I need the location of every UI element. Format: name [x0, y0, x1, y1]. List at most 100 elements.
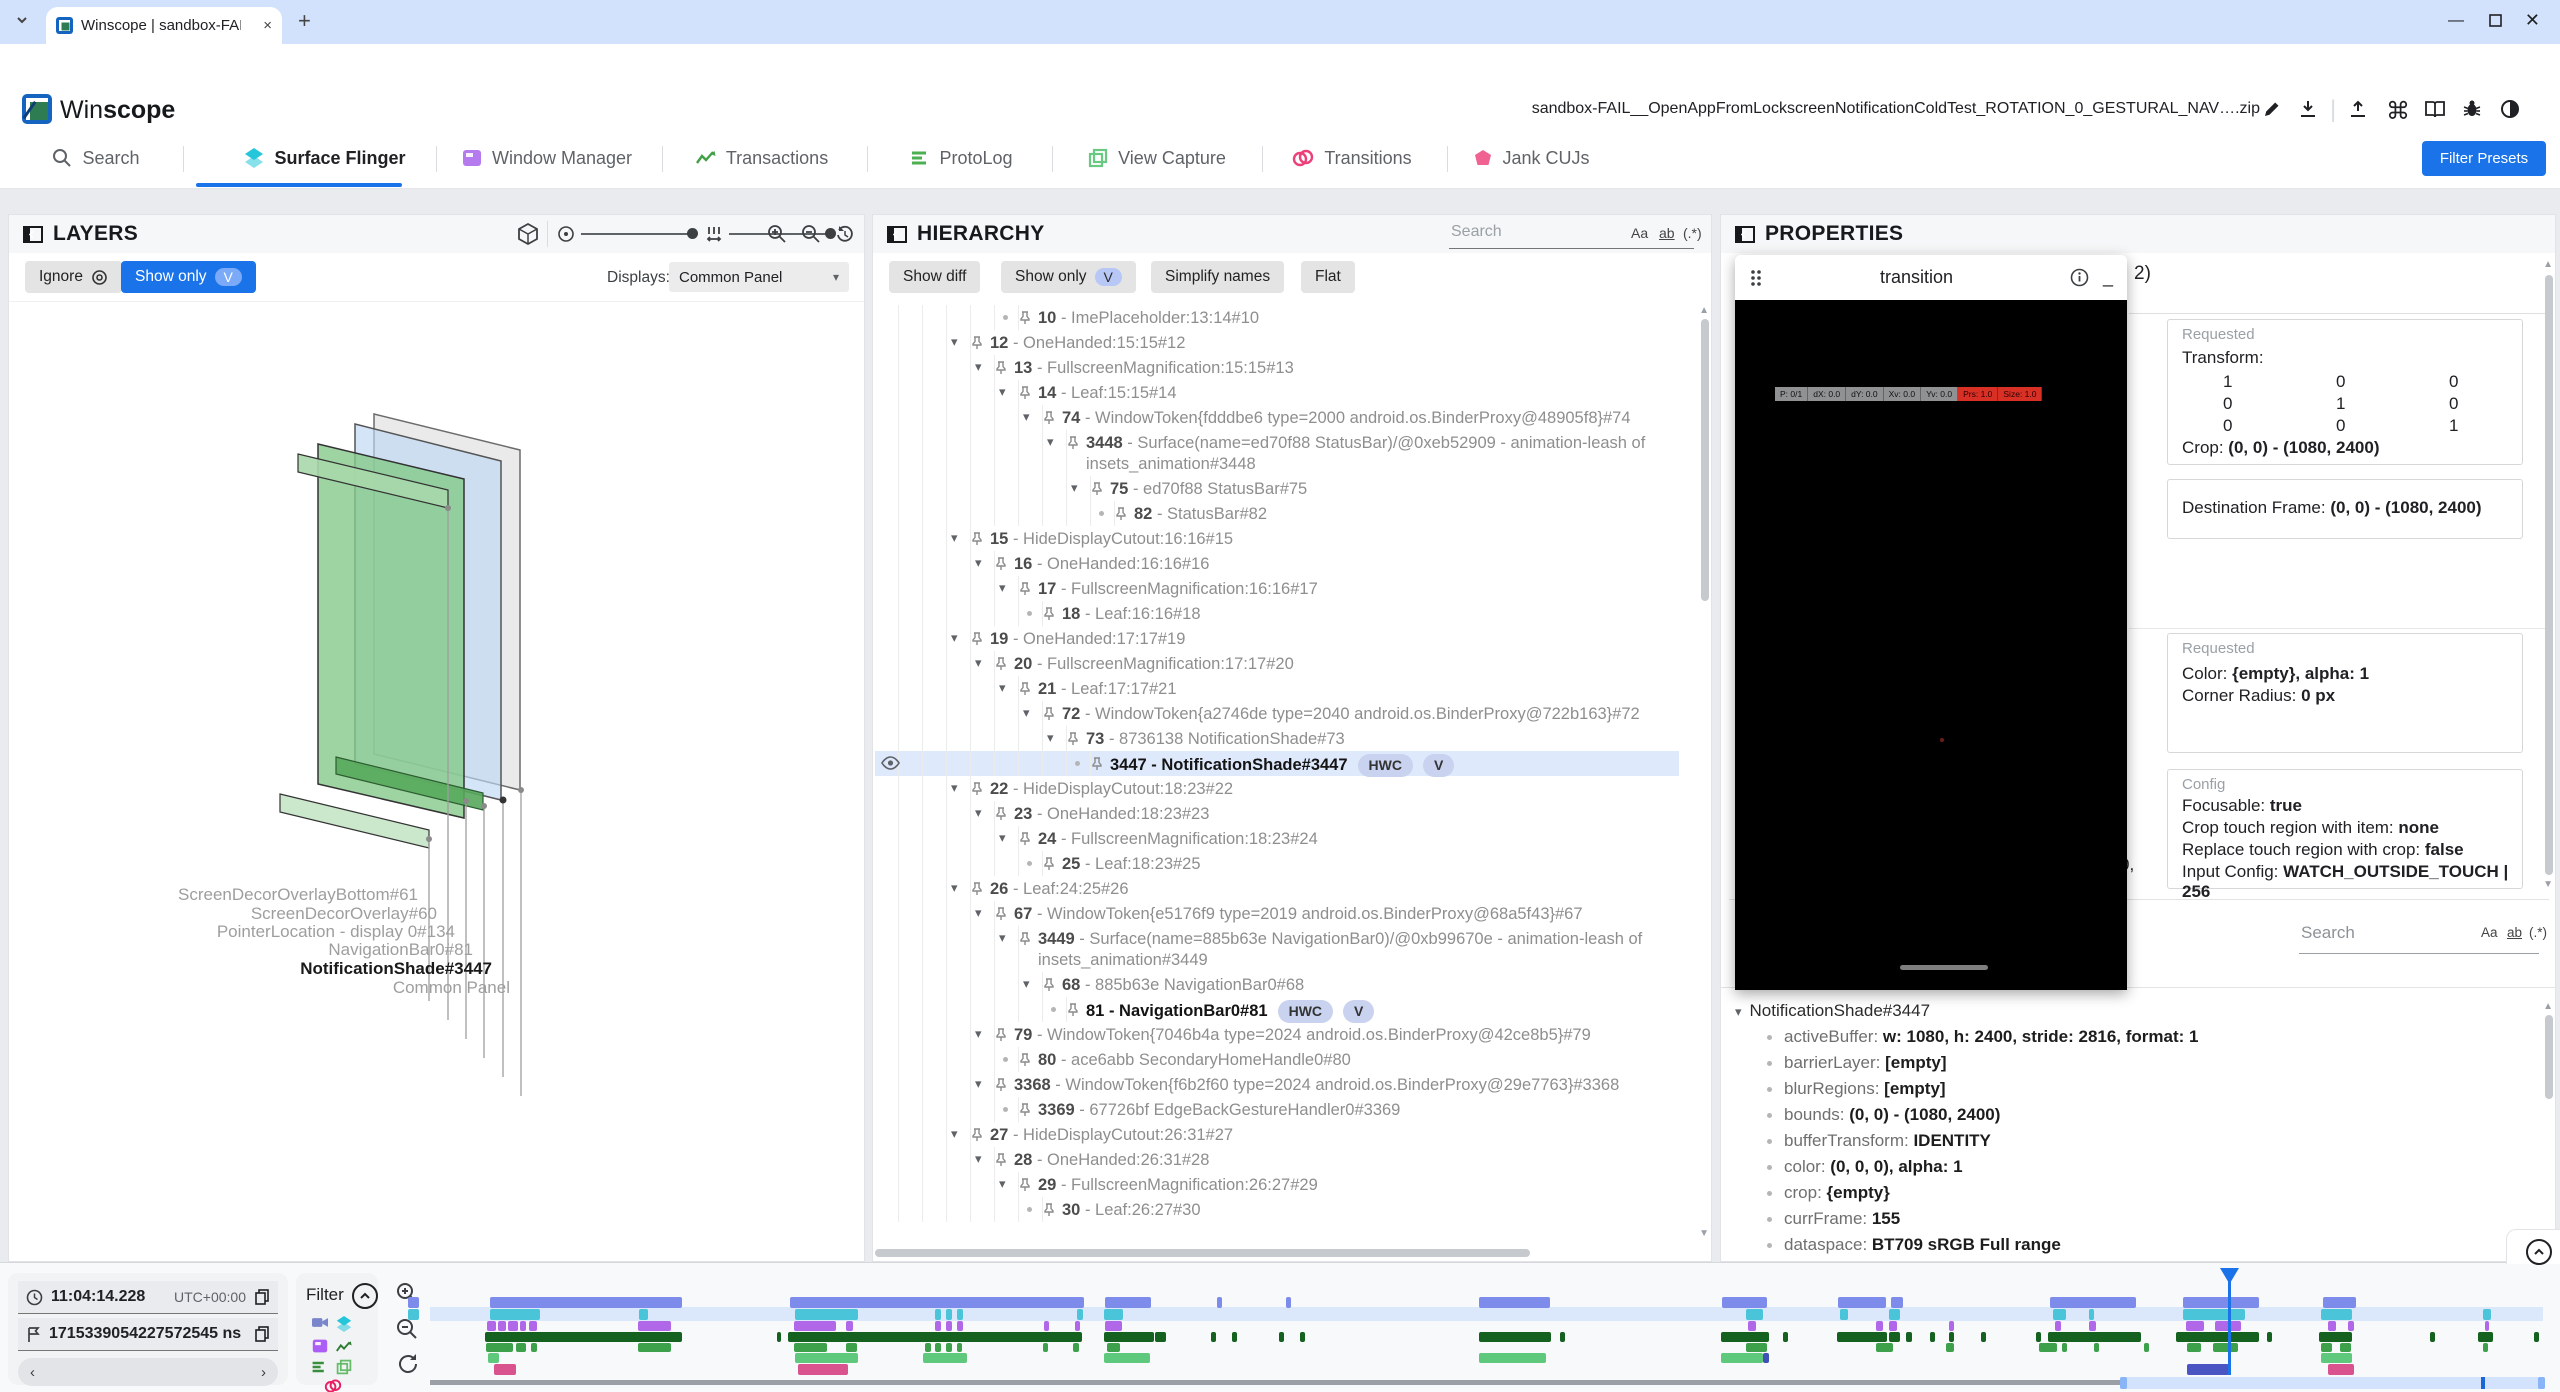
pin-icon[interactable] — [1019, 1053, 1031, 1067]
properties-vscrollbar[interactable] — [2545, 275, 2553, 875]
protolog-event[interactable] — [531, 1343, 537, 1352]
view-capture-event[interactable] — [2321, 1353, 2352, 1363]
window-manager-event[interactable] — [520, 1321, 526, 1331]
surface-flinger-event[interactable] — [2321, 1309, 2352, 1320]
surface-flinger-event[interactable] — [2483, 1309, 2491, 1320]
scroll-down-icon[interactable]: ▼ — [2543, 879, 2553, 890]
window-manager-event[interactable] — [846, 1321, 853, 1331]
window-manager-event[interactable] — [935, 1321, 941, 1331]
timeline-zoom-out-icon[interactable] — [395, 1317, 419, 1341]
surface-flinger-event[interactable] — [2089, 1309, 2094, 1320]
expand-arrow-icon[interactable]: ▾ — [975, 805, 982, 821]
hierarchy-search-placeholder[interactable]: Search — [1451, 223, 1502, 241]
displays-select[interactable]: Common Panel▾ — [669, 262, 849, 292]
protolog-event[interactable] — [2039, 1343, 2057, 1352]
hierarchy-row-24[interactable]: ▾24 - FullscreenMagnification:18:23#24 — [875, 826, 1679, 851]
property-crop[interactable]: crop: {empty} — [1767, 1183, 1890, 1203]
pin-icon[interactable] — [995, 657, 1007, 671]
layer-label[interactable]: NotificationShade#3447 — [92, 959, 492, 979]
protolog-event[interactable] — [2213, 1343, 2238, 1352]
prev-frame-button[interactable]: ‹ — [30, 1364, 35, 1381]
new-tab-button[interactable]: + — [298, 8, 311, 34]
property-blurRegions[interactable]: blurRegions: [empty] — [1767, 1079, 1946, 1099]
expand-arrow-icon[interactable]: ▾ — [999, 830, 1006, 846]
pin-icon[interactable] — [971, 632, 983, 646]
filter-presets-button[interactable]: Filter Presets — [2422, 141, 2546, 176]
match-case-icon[interactable]: Aa — [1631, 225, 1648, 241]
hierarchy-row-23[interactable]: ▾23 - OneHanded:18:23#23 — [875, 801, 1679, 826]
transitions-event[interactable] — [494, 1364, 516, 1375]
protolog-event[interactable] — [2483, 1343, 2488, 1352]
property-dataspace[interactable]: dataspace: BT709 sRGB Full range — [1767, 1235, 2061, 1255]
screen-recording-event[interactable] — [790, 1297, 1084, 1308]
pin-icon[interactable] — [1019, 832, 1031, 846]
expand-arrow-icon[interactable]: ▾ — [975, 655, 982, 671]
pin-icon[interactable] — [971, 336, 983, 350]
copy-icon[interactable] — [254, 1326, 270, 1342]
transactions-event[interactable] — [2176, 1332, 2259, 1342]
human-time-field[interactable]: 11:04:14.228 UTC+00:00 — [18, 1281, 278, 1314]
surface-flinger-event[interactable] — [795, 1309, 858, 1320]
view-capture-event[interactable] — [1479, 1353, 1546, 1363]
hierarchy-row-10[interactable]: 10 - ImePlaceholder:13:14#10 — [875, 305, 1679, 330]
hierarchy-row-26[interactable]: ▾26 - Leaf:24:25#26 — [875, 876, 1679, 901]
tab-transactions[interactable]: Transactions — [662, 129, 862, 187]
window-manager-event[interactable] — [1044, 1321, 1049, 1331]
transactions-event[interactable] — [2036, 1332, 2041, 1342]
pin-icon[interactable] — [1043, 707, 1055, 721]
hierarchy-row-14[interactable]: ▾14 - Leaf:15:15#14 — [875, 380, 1679, 405]
surface-flinger-event[interactable] — [408, 1309, 419, 1320]
pin-icon[interactable] — [1043, 1203, 1055, 1217]
hierarchy-row-68[interactable]: ▾68 - 885b63e NavigationBar0#68 — [875, 972, 1679, 997]
shortcuts-icon[interactable]: ⌘ — [2386, 97, 2410, 126]
transactions-event[interactable] — [485, 1332, 682, 1342]
pin-icon[interactable] — [1067, 436, 1079, 450]
expand-arrow-icon[interactable]: ▾ — [951, 630, 958, 646]
pin-icon[interactable] — [1091, 757, 1103, 771]
pin-icon[interactable] — [995, 907, 1007, 921]
expand-arrow-icon[interactable]: ▾ — [975, 905, 982, 921]
surface-flinger-event[interactable] — [490, 1309, 540, 1320]
reset-view-icon[interactable] — [835, 224, 855, 244]
expand-arrow-icon[interactable]: ▾ — [975, 1026, 982, 1042]
transactions-event[interactable] — [2430, 1332, 2435, 1342]
collapse-panel-icon[interactable] — [1735, 226, 1755, 243]
expand-arrow-icon[interactable]: ▾ — [1047, 434, 1054, 450]
window-manager-event[interactable] — [794, 1321, 836, 1331]
transactions-event[interactable] — [1300, 1332, 1305, 1342]
transactions-event[interactable] — [1949, 1332, 1954, 1342]
info-icon[interactable] — [2070, 268, 2089, 287]
tx-filter-icon[interactable] — [336, 1341, 352, 1354]
hierarchy-vscrollbar[interactable] — [1701, 319, 1709, 601]
hierarchy-row-29[interactable]: ▾29 - FullscreenMagnification:26:27#29 — [875, 1172, 1679, 1197]
hierarchy-hscrollbar[interactable] — [875, 1249, 1530, 1257]
protolog-event[interactable] — [925, 1343, 931, 1352]
browser-tab[interactable]: Winscope | sandbox-FAIL × — [46, 7, 282, 44]
protolog-event[interactable] — [2094, 1343, 2099, 1352]
protolog-event[interactable] — [2340, 1343, 2351, 1352]
screen-recording-event[interactable] — [1217, 1297, 1222, 1308]
window-manager-event[interactable] — [957, 1321, 963, 1331]
protolog-event[interactable] — [2062, 1343, 2067, 1352]
hierarchy-row-3448[interactable]: ▾3448 - Surface(name=ed70f88 StatusBar)/… — [875, 430, 1679, 476]
pin-icon[interactable] — [1043, 411, 1055, 425]
window-manager-event[interactable] — [529, 1321, 537, 1331]
pin-icon[interactable] — [1043, 978, 1055, 992]
window-manager-event[interactable] — [946, 1321, 952, 1331]
protolog-event[interactable] — [935, 1343, 941, 1352]
properties-search-placeholder[interactable]: Search — [2301, 923, 2355, 943]
pin-icon[interactable] — [1019, 582, 1031, 596]
hierarchy-row-27[interactable]: ▾27 - HideDisplayCutout:26:31#27 — [875, 1122, 1679, 1147]
hierarchy-row-12[interactable]: ▾12 - OneHanded:15:15#12 — [875, 330, 1679, 355]
expand-arrow-icon[interactable]: ▾ — [975, 359, 982, 375]
ignore-button[interactable]: Ignore — [25, 261, 122, 293]
surface-flinger-event[interactable] — [1889, 1309, 1900, 1320]
hierarchy-row-18[interactable]: 18 - Leaf:16:16#18 — [875, 601, 1679, 626]
hierarchy-row-3368[interactable]: ▾3368 - WindowToken{f6b2f60 type=2024 an… — [875, 1072, 1679, 1097]
window-manager-event[interactable] — [2186, 1321, 2204, 1331]
timeline-cursor[interactable] — [2228, 1271, 2231, 1375]
transactions-event[interactable] — [1837, 1332, 1887, 1342]
property-bufferTransform[interactable]: bufferTransform: IDENTITY — [1767, 1131, 1991, 1151]
pin-icon[interactable] — [971, 882, 983, 896]
scroll-up-icon[interactable]: ▲ — [2543, 1001, 2553, 1012]
